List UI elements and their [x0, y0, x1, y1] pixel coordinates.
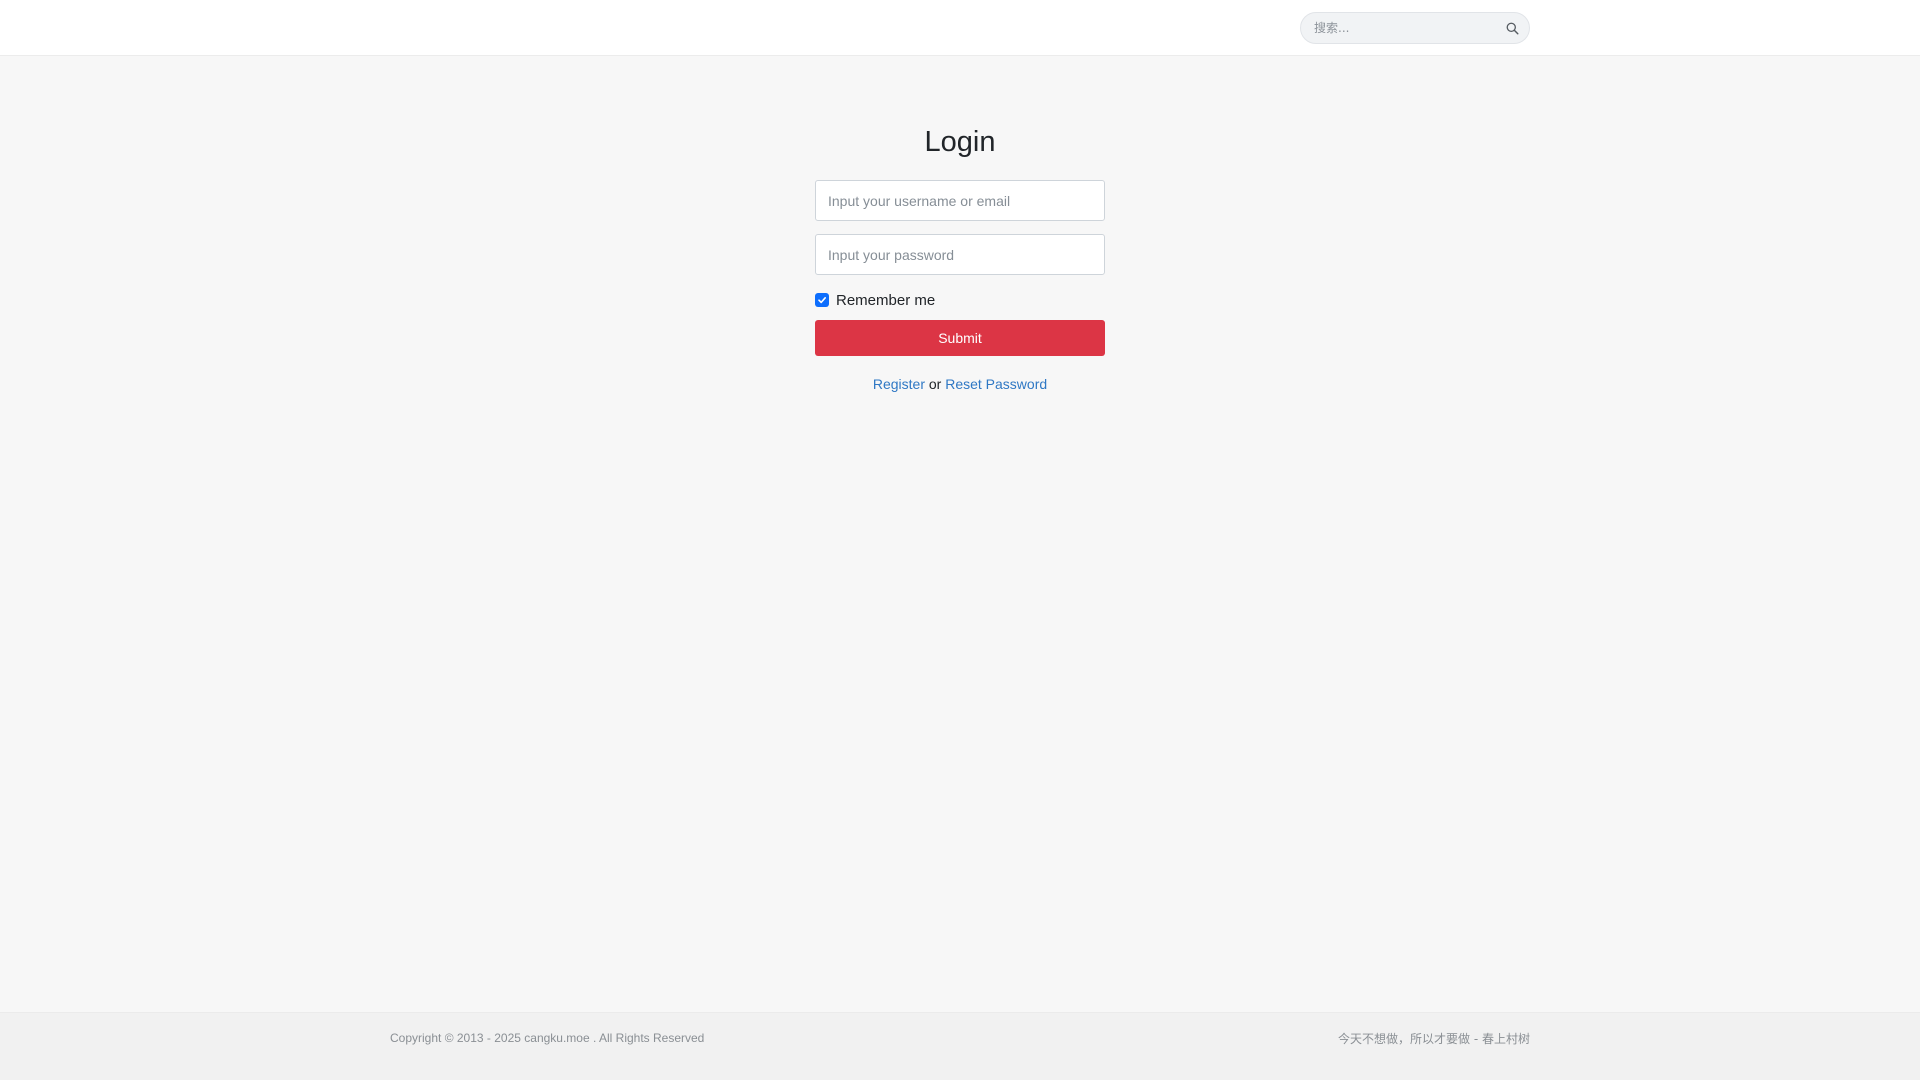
check-icon: [818, 296, 826, 304]
search-icon[interactable]: [1503, 19, 1521, 37]
copyright-prefix: Copyright © 2013 - 2025: [390, 1031, 525, 1045]
page: Login Remember me Submit Register or Res…: [0, 0, 1920, 1080]
reset-password-link[interactable]: Reset Password: [945, 376, 1047, 392]
remember-me-row: Remember me: [815, 288, 1105, 312]
page-title: Login: [924, 126, 996, 158]
footer-quote: 今天不想做，所以才要做 - 春上村树: [1338, 1032, 1530, 1046]
search-box: [1300, 12, 1530, 44]
password-field[interactable]: [815, 234, 1105, 275]
login-form: Login Remember me Submit Register or Res…: [815, 118, 1105, 392]
or-text: or: [924, 376, 946, 392]
footer: Copyright © 2013 - 2025 cangku.moe . All…: [0, 1012, 1920, 1080]
register-link[interactable]: Register: [873, 376, 925, 392]
remember-me-checkbox[interactable]: [815, 293, 829, 307]
copyright-text: Copyright © 2013 - 2025 cangku.moe . All…: [390, 1031, 704, 1045]
submit-button[interactable]: Submit: [815, 320, 1105, 356]
remember-me-label[interactable]: Remember me: [836, 292, 935, 309]
search-input[interactable]: [1301, 13, 1491, 43]
top-bar: [0, 0, 1920, 56]
site-link[interactable]: cangku.moe: [524, 1031, 589, 1045]
account-links: Register or Reset Password: [815, 376, 1105, 392]
username-field[interactable]: [815, 180, 1105, 221]
copyright-suffix: . All Rights Reserved: [589, 1031, 705, 1045]
